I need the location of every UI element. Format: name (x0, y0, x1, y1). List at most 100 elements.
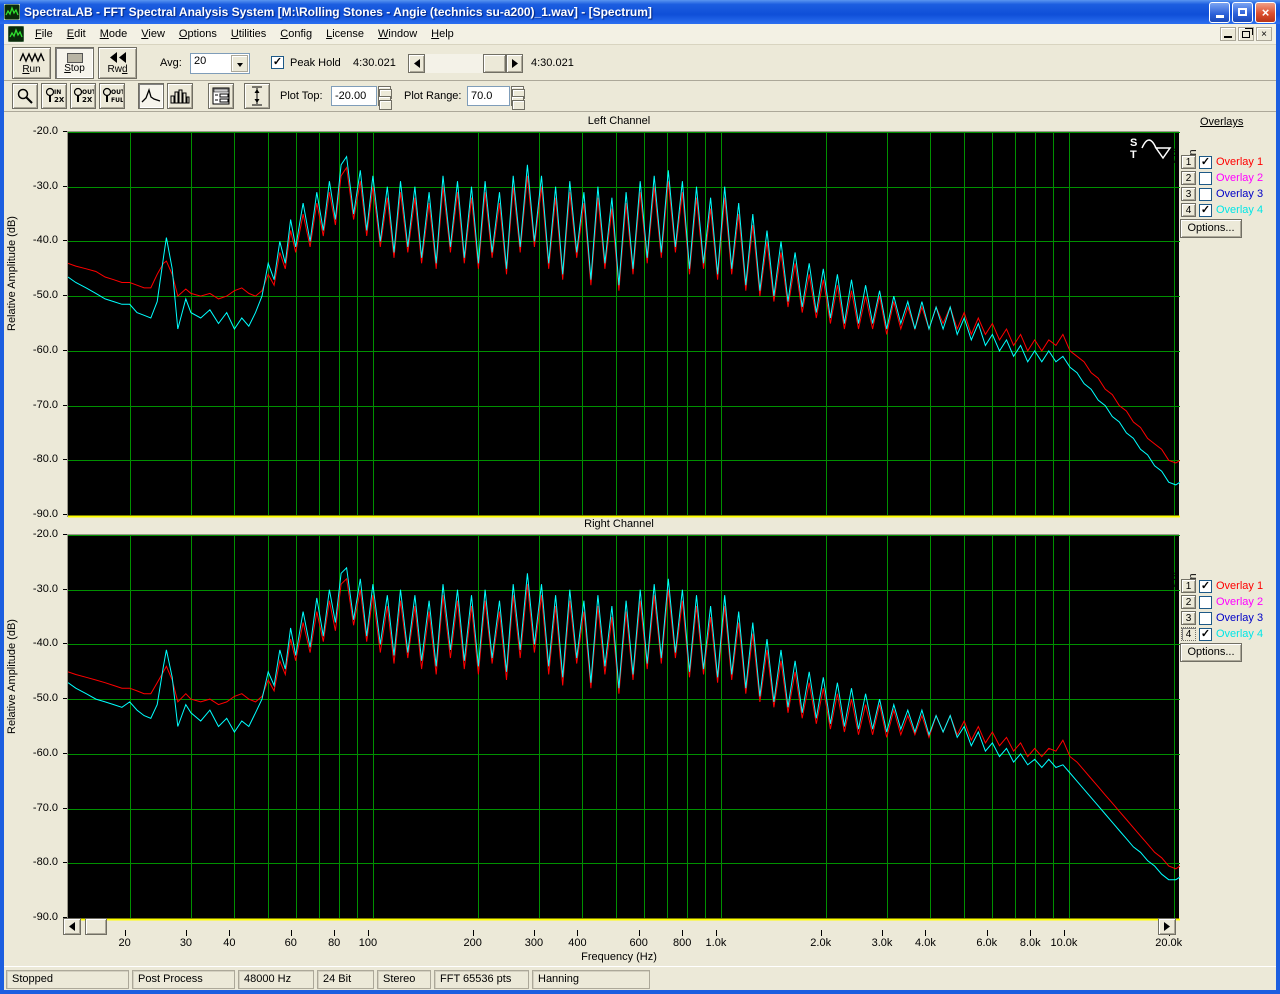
peak-hold-checkbox[interactable]: ✓ (271, 56, 284, 69)
plot-top-spinner[interactable] (378, 86, 392, 110)
zoom-in-2x-button[interactable]: IN 2X (41, 83, 67, 109)
avg-dropdown-button[interactable] (231, 55, 248, 72)
spectrum-plot-left[interactable]: ST (67, 131, 1181, 518)
run-button[interactable]: Run (12, 47, 51, 79)
plot-range-input[interactable] (467, 86, 510, 106)
overlay-set-button-3[interactable]: 3 (1181, 187, 1196, 201)
mdi-minimize-button[interactable] (1220, 27, 1236, 41)
overlay-row-1: 1 ✓ Overlay 1 (1181, 154, 1263, 170)
overlay-on-checkbox-2[interactable] (1199, 595, 1212, 609)
plot-top-input[interactable] (331, 86, 377, 106)
zoom-out-full-button[interactable]: OUT FULL (99, 83, 125, 109)
spectrum-workspace: Left Channel Relative Amplitude (dB) -20.0… (4, 112, 1276, 966)
x-tick-label: 30 (179, 937, 193, 949)
overlay-set-button-2[interactable]: 2 (1181, 171, 1196, 185)
overlay-on-checkbox-4[interactable]: ✓ (1199, 203, 1212, 217)
x-tick-label: 6.0k (976, 937, 998, 949)
plot-scrollbar-thumb[interactable] (85, 918, 107, 935)
overlay-set-button-1[interactable]: 1 (1181, 579, 1196, 593)
avg-combobox[interactable]: 20 (190, 53, 250, 74)
x-tick-label: 8.0k (1019, 937, 1041, 949)
y-tick-label: -60.0 (32, 343, 58, 356)
app-icon (4, 4, 20, 20)
svg-text:OUT: OUT (111, 89, 123, 96)
avg-value: 20 (194, 55, 207, 67)
x-tick-label: 100 (358, 937, 378, 949)
menu-item-options[interactable]: Options (172, 25, 224, 43)
overlay-on-checkbox-1[interactable]: ✓ (1199, 155, 1212, 169)
minimize-button[interactable] (1209, 1, 1230, 23)
menu-item-config[interactable]: Config (273, 25, 319, 43)
window-border-left (0, 24, 4, 990)
stop-label: Stop (64, 62, 85, 74)
overlay-row-2: 2 Overlay 2 (1181, 170, 1263, 186)
menu-item-file[interactable]: File (28, 25, 60, 43)
time-total: 4:30.021 (531, 57, 574, 69)
overlay-set-button-4[interactable]: 4 (1181, 203, 1196, 217)
svg-text:2X: 2X (82, 96, 93, 104)
spectrum-line-view-button[interactable] (138, 83, 164, 109)
menu-bar: File Edit Mode View Options Utilities Config Li… (4, 24, 1276, 45)
maximize-button[interactable] (1232, 1, 1253, 23)
spectrum-plot-right[interactable] (67, 534, 1181, 921)
overlay-on-checkbox-3[interactable] (1199, 187, 1212, 201)
zoom-in-2x-icon: IN 2X (45, 87, 64, 104)
status-panel-4: Stereo (377, 970, 431, 989)
time-scroll-right-button[interactable] (506, 54, 523, 73)
overlay-on-checkbox-4[interactable]: ✓ (1199, 627, 1212, 641)
y-tick-label: -70.0 (32, 801, 58, 814)
overlays-options-button[interactable]: Options... (1180, 643, 1242, 662)
plot-scroll-left-button[interactable] (63, 918, 81, 935)
spin-down-button[interactable] (378, 96, 392, 110)
plot-range-spinner[interactable] (511, 86, 525, 110)
x-tick-label: 3.0k (871, 937, 893, 949)
menu-item-license[interactable]: License (319, 25, 371, 43)
overlays-options-button[interactable]: Options... (1180, 219, 1242, 238)
time-scrollbar-thumb[interactable] (483, 54, 506, 73)
zoom-out-2x-button[interactable]: OUT 2X (70, 83, 96, 109)
x-tick-label: 10.0k (1050, 937, 1078, 949)
plot-range-label: Plot Range: (404, 90, 462, 102)
close-button[interactable]: × (1255, 1, 1276, 23)
mdi-restore-button[interactable] (1238, 27, 1254, 41)
overlay-on-checkbox-2[interactable] (1199, 171, 1212, 185)
plot-options-dialog-button[interactable] (208, 83, 234, 109)
x-tick-label: 4.0k (915, 937, 936, 949)
spin-up-button[interactable] (378, 86, 392, 99)
overlay-set-button-1[interactable]: 1 (1181, 155, 1196, 169)
status-bar: Stopped Post Process 48000 Hz 24 Bit Stereo F… (4, 966, 1276, 990)
spectrum-bar-view-button[interactable] (167, 83, 193, 109)
menu-item-window[interactable]: Window (371, 25, 424, 43)
x-tick-label: 2.0k (810, 937, 832, 949)
overlay-on-checkbox-1[interactable]: ✓ (1199, 579, 1212, 593)
x-tick-mark (229, 930, 230, 936)
stop-button[interactable]: Stop (55, 47, 94, 79)
overlay-on-checkbox-3[interactable] (1199, 611, 1212, 625)
spin-down-button[interactable] (511, 96, 525, 110)
mdi-close-button[interactable]: × (1256, 27, 1272, 41)
menu-item-view[interactable]: View (134, 25, 172, 43)
plot-scroll-right-button[interactable] (1158, 918, 1176, 935)
mdi-restore-icon (1242, 30, 1250, 38)
x-axis-label: Frequency (Hz) (581, 951, 657, 963)
y-tick-label: -20.0 (32, 125, 58, 137)
menu-item-utilities[interactable]: Utilities (224, 25, 273, 43)
status-panel-2: 48000 Hz (238, 970, 314, 989)
run-label-rest: un (29, 64, 41, 75)
rewind-button[interactable]: Rwd (98, 47, 137, 79)
x-tick-label: 400 (568, 937, 587, 949)
menu-item-help[interactable]: Help (424, 25, 461, 43)
menu-item-mode[interactable]: Mode (93, 25, 135, 43)
time-scroll-left-button[interactable] (408, 54, 425, 73)
spectrum-curve-icon (141, 88, 161, 103)
scale-range-button[interactable] (244, 83, 270, 109)
overlay-set-button-2[interactable]: 2 (1181, 595, 1196, 609)
close-icon: × (1261, 4, 1270, 20)
zoom-button[interactable] (12, 83, 38, 109)
arrow-left-icon (413, 59, 420, 68)
menu-item-edit[interactable]: Edit (60, 25, 93, 43)
spin-up-button[interactable] (511, 86, 525, 99)
overlay-set-button-4[interactable]: 4 (1181, 627, 1196, 641)
overlay-set-button-3[interactable]: 3 (1181, 611, 1196, 625)
x-tick-mark (368, 930, 369, 936)
